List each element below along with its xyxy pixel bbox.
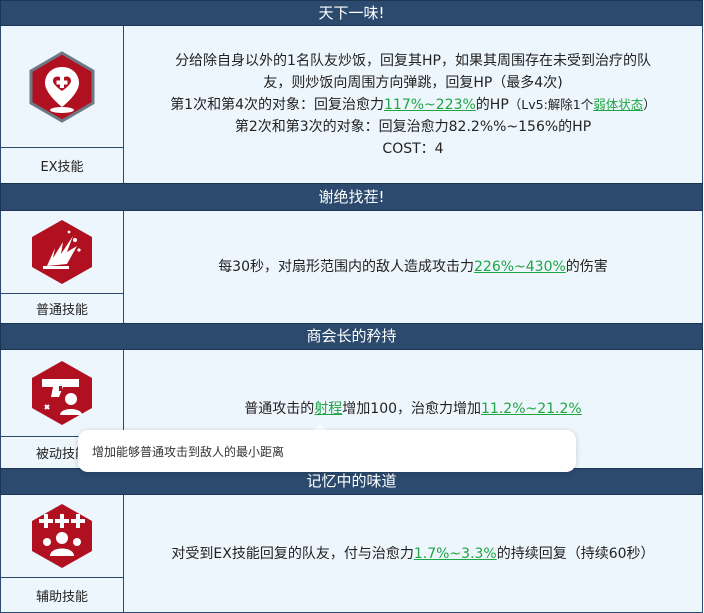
skill-row-sub: 辅助技能 对受到EX技能回复的队友，付与治愈力1.7%~3.3%的持续回复（持续… — [0, 495, 703, 613]
skill-table: 天下一味! EX技能 分给除自身以外的1名队友炒饭，回复其HP，如果其周围存在未… — [0, 0, 703, 613]
range-link[interactable]: 射程 — [314, 401, 342, 417]
heart-cross-location-icon — [29, 50, 95, 123]
range-tooltip: 增加能够普通攻击到敌人的最小距离 — [78, 430, 576, 472]
heal-boost-value: 11.2%~21.2% — [481, 401, 582, 417]
debuff-link[interactable]: 弱体状态 — [593, 97, 643, 112]
skill-description: 每30秒，对扇形范围内的敌人造成攻击力226%~430%的伤害 — [218, 259, 608, 275]
heal-value: 117%~223% — [384, 96, 476, 113]
explosion-icon — [32, 220, 92, 284]
skill-row-normal: 普通技能 每30秒，对扇形范围内的敌人造成攻击力226%~430%的伤害 — [0, 211, 703, 323]
skill-title-passive: 商会长的矜持 — [0, 323, 703, 350]
damage-value: 226%~430% — [474, 259, 566, 275]
skill-title-sub: 记忆中的味道 — [0, 468, 703, 495]
skill-title-normal: 谢绝找茬! — [0, 183, 703, 211]
skill-description: 对受到EX技能回复的队友，付与治愈力1.7%~3.3%的持续回复（持续60秒） — [171, 545, 655, 562]
plus-people-icon — [32, 504, 92, 568]
skill-type-label: 普通技能 — [1, 293, 123, 323]
skill-type-label: EX技能 — [1, 147, 123, 183]
gun-person-icon — [32, 361, 92, 425]
skill-row-ex: EX技能 分给除自身以外的1名队友炒饭，回复其HP，如果其周围存在未受到治疗的队… — [0, 26, 703, 183]
skill-type-label: 辅助技能 — [1, 577, 123, 612]
skill-description: 分给除自身以外的1名队友炒饭，回复其HP，如果其周围存在未受到治疗的队 友，则炒… — [124, 26, 702, 183]
regen-value: 1.7%~3.3% — [413, 545, 497, 562]
skill-title-ex: 天下一味! — [0, 0, 703, 26]
cost-text: COST：4 — [382, 140, 444, 157]
